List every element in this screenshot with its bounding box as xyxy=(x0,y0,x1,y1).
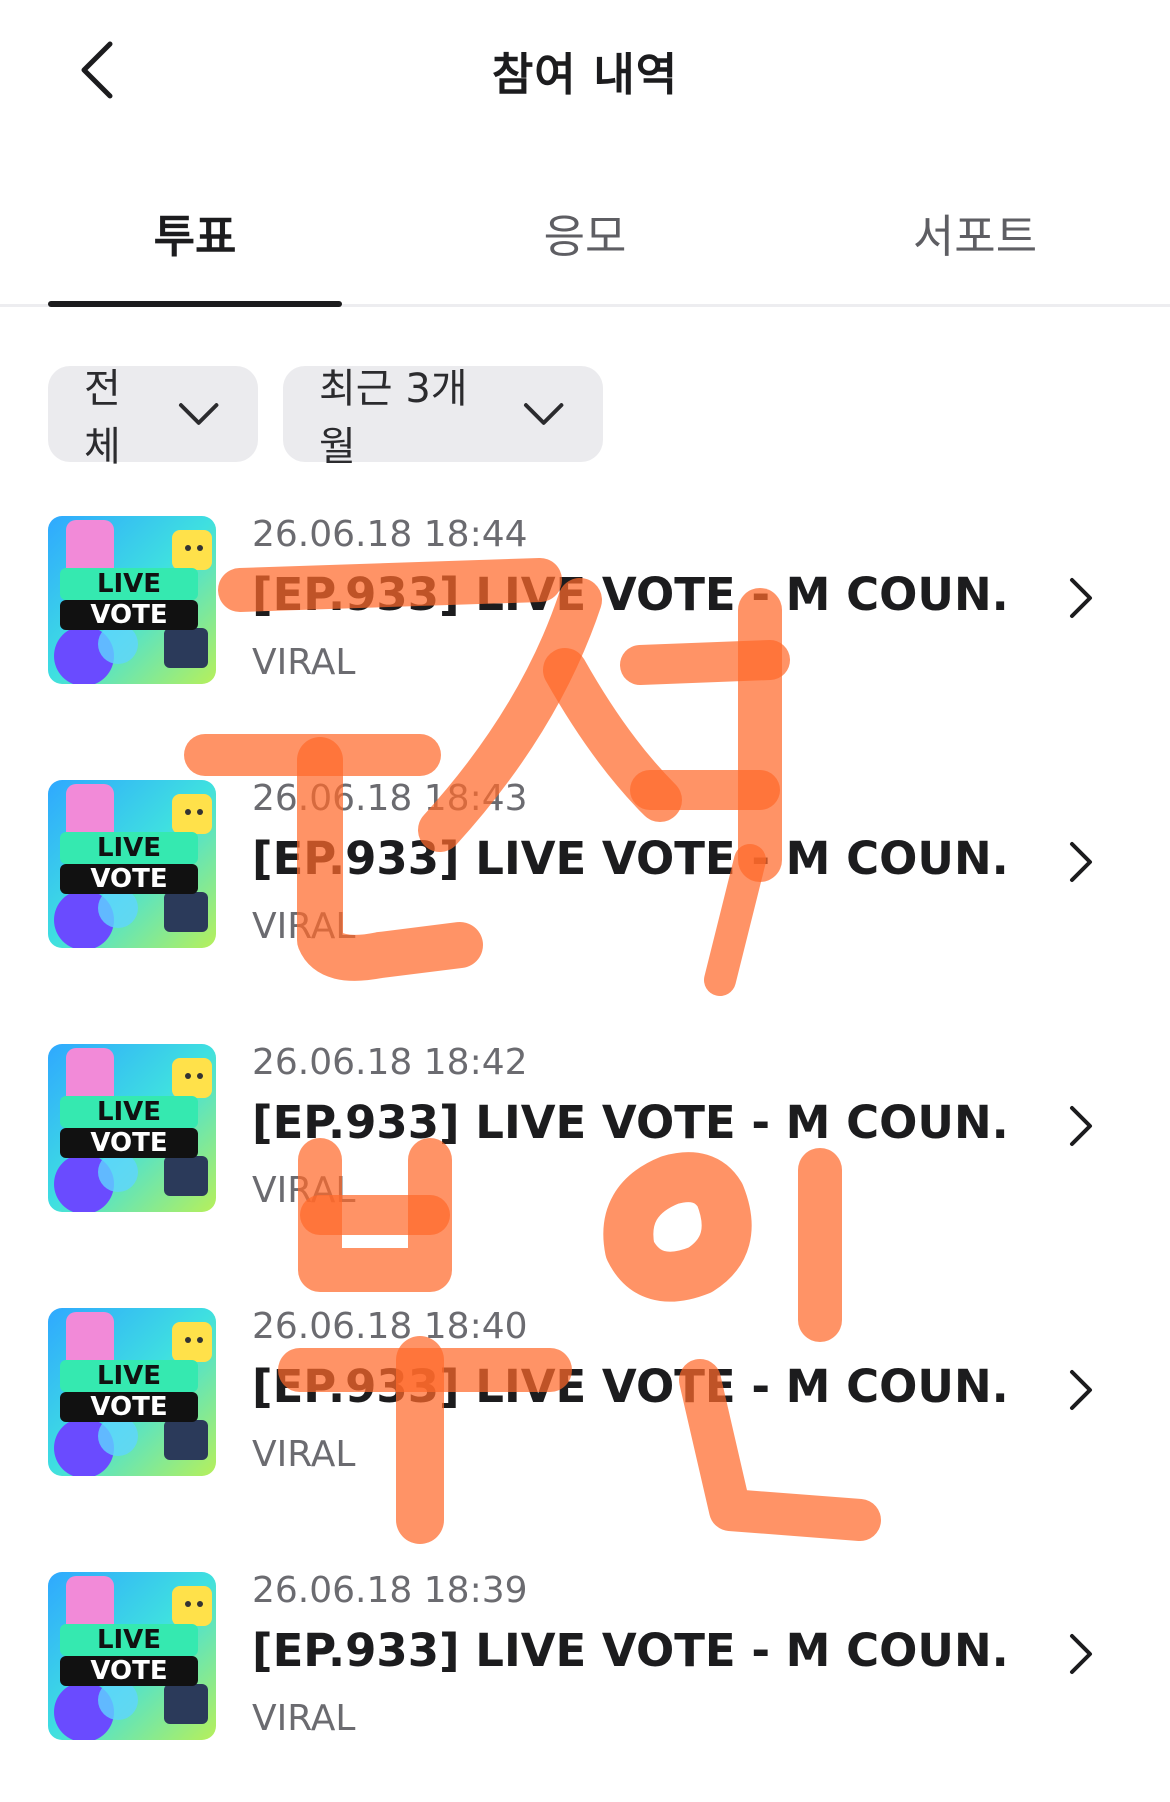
thumbnail-line2: VOTE xyxy=(90,1128,167,1158)
chevron-right-icon xyxy=(1070,1634,1092,1674)
app-header: 참여 내역 xyxy=(0,0,1170,140)
tab-support[interactable]: 서포트 xyxy=(828,200,1122,265)
item-subtitle: VIRAL xyxy=(252,1698,356,1739)
chevron-right-icon xyxy=(1070,1106,1092,1146)
list-item[interactable]: LIVE VOTE 26.06.18 18:39 [EP.933] LIVE V… xyxy=(0,1570,1170,1750)
item-title: [EP.933] LIVE VOTE - M COUN... xyxy=(252,832,1012,885)
list-item[interactable]: LIVE VOTE 26.06.18 18:43 [EP.933] LIVE V… xyxy=(0,778,1170,958)
item-subtitle: VIRAL xyxy=(252,1434,356,1475)
chevron-right-icon xyxy=(1070,842,1092,882)
item-date: 26.06.18 18:40 xyxy=(252,1306,528,1347)
list-item[interactable]: LIVE VOTE 26.06.18 18:44 [EP.933] LIVE V… xyxy=(0,514,1170,694)
tab-entry[interactable]: 응모 xyxy=(438,200,732,265)
item-title: [EP.933] LIVE VOTE - M COUN... xyxy=(252,1360,1012,1413)
thumbnail-line1: LIVE xyxy=(97,1361,161,1391)
item-subtitle: VIRAL xyxy=(252,906,356,947)
list-item[interactable]: LIVE VOTE 26.06.18 18:42 [EP.933] LIVE V… xyxy=(0,1042,1170,1222)
thumbnail-line2: VOTE xyxy=(90,864,167,894)
item-title: [EP.933] LIVE VOTE - M COUN... xyxy=(252,1624,1012,1677)
live-vote-thumbnail: LIVE VOTE xyxy=(48,1044,216,1212)
thumbnail-line1: LIVE xyxy=(97,569,161,599)
thumbnail-line2: VOTE xyxy=(90,600,167,630)
item-date: 26.06.18 18:44 xyxy=(252,514,528,555)
item-date: 26.06.18 18:39 xyxy=(252,1570,528,1611)
page-title: 참여 내역 xyxy=(491,48,679,101)
tab-bar: 투표 응모 서포트 xyxy=(0,170,1170,307)
chevron-right-icon xyxy=(1070,1370,1092,1410)
live-vote-thumbnail: LIVE VOTE xyxy=(48,1572,216,1740)
thumbnail-line2: VOTE xyxy=(90,1656,167,1686)
thumbnail-line1: LIVE xyxy=(97,833,161,863)
active-tab-indicator xyxy=(48,301,342,307)
chevron-down-icon xyxy=(523,403,564,425)
item-title: [EP.933] LIVE VOTE - M COUN... xyxy=(252,568,1012,621)
list-item[interactable]: LIVE VOTE 26.06.18 18:40 [EP.933] LIVE V… xyxy=(0,1306,1170,1486)
tab-vote[interactable]: 투표 xyxy=(48,200,342,265)
period-filter-label: 최근 3개월 xyxy=(319,366,468,470)
live-vote-thumbnail: LIVE VOTE xyxy=(48,516,216,684)
chevron-down-icon xyxy=(178,403,219,425)
item-date: 26.06.18 18:42 xyxy=(252,1042,528,1083)
item-subtitle: VIRAL xyxy=(252,1170,356,1211)
item-subtitle: VIRAL xyxy=(252,642,356,683)
category-filter-button[interactable]: 전체 xyxy=(48,366,258,470)
live-vote-thumbnail: LIVE VOTE xyxy=(48,780,216,948)
item-title: [EP.933] LIVE VOTE - M COUN... xyxy=(252,1096,1012,1149)
thumbnail-line1: LIVE xyxy=(97,1097,161,1127)
chevron-right-icon xyxy=(1070,578,1092,618)
thumbnail-line1: LIVE xyxy=(97,1625,161,1655)
period-filter-button[interactable]: 최근 3개월 xyxy=(283,366,603,470)
thumbnail-line2: VOTE xyxy=(90,1392,167,1422)
item-date: 26.06.18 18:43 xyxy=(252,778,528,819)
live-vote-thumbnail: LIVE VOTE xyxy=(48,1308,216,1476)
category-filter-label: 전체 xyxy=(84,366,121,470)
